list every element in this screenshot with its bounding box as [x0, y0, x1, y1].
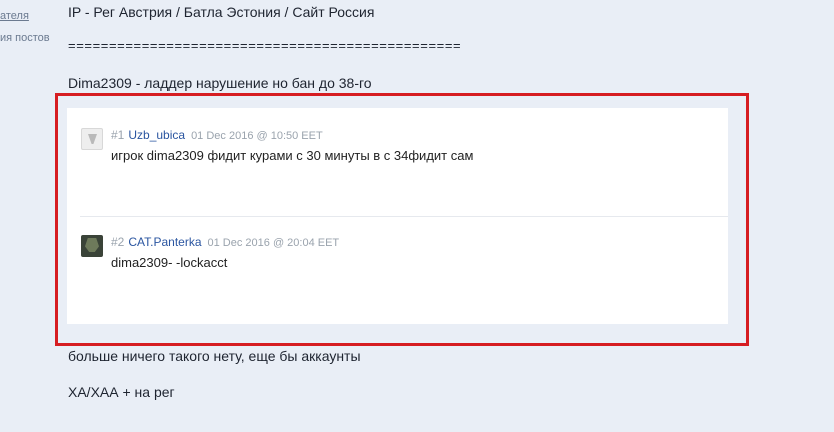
comment-date: 01 Dec 2016 @ 20:04 EET — [207, 237, 340, 249]
comment-number[interactable]: #2 — [111, 235, 124, 249]
avatar[interactable] — [81, 235, 103, 257]
post-line-xa: ХА/ХАА + на рег — [68, 384, 175, 400]
quoted-comments: #1 Uzb_ubica 01 Dec 2016 @ 10:50 EET игрок… — [67, 108, 728, 324]
sidebar-text: ия постов — [0, 32, 50, 44]
comment-message: dima2309- -lockacct — [111, 255, 228, 270]
comment-username[interactable]: Uzb_ubica — [128, 128, 185, 142]
sidebar: ателя ия постов — [0, 0, 62, 432]
post-line-accounts: больше ничего такого нету, еще бы аккаун… — [68, 348, 361, 364]
comment-divider — [80, 216, 728, 217]
post-line-dima: Dima2309 - ладдер нарушение но бан до 38… — [68, 75, 372, 91]
avatar[interactable] — [81, 128, 103, 150]
comment-meta: #1 Uzb_ubica 01 Dec 2016 @ 10:50 EET — [111, 128, 323, 142]
comment-date: 01 Dec 2016 @ 10:50 EET — [191, 130, 323, 142]
default-avatar-icon — [88, 134, 97, 144]
comment-number[interactable]: #1 — [111, 128, 124, 142]
sidebar-link[interactable]: ателя — [0, 10, 29, 22]
comment-meta: #2 CAT.Panterka 01 Dec 2016 @ 20:04 EET — [111, 235, 339, 249]
post-line-ip: IP - Рег Австрия / Батла Эстония / Сайт … — [68, 4, 375, 20]
post-separator: ========================================… — [68, 38, 462, 53]
scroll-edge — [824, 0, 834, 432]
comment-username[interactable]: CAT.Panterka — [128, 235, 201, 249]
comment-message: игрок dima2309 фидит курами с 30 минуты … — [111, 148, 474, 163]
user-avatar-icon — [85, 238, 99, 252]
